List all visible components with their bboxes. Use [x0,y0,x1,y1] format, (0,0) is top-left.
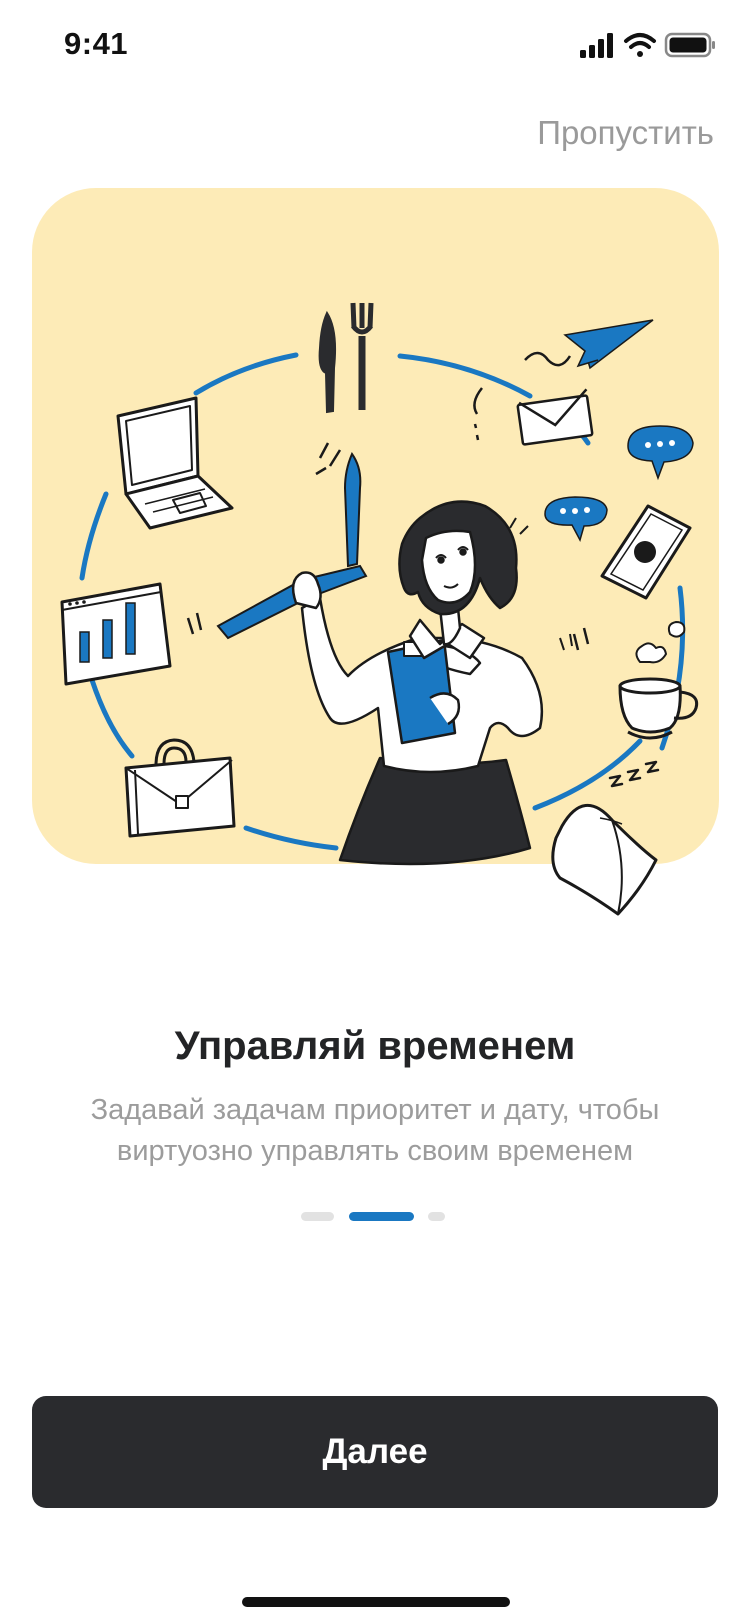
pagination-dot-3[interactable] [428,1212,445,1221]
pillow-icon [551,760,660,916]
skip-button[interactable]: Пропустить [537,114,714,152]
laptop-icon [116,396,234,530]
cellular-signal-icon [580,33,613,58]
pagination-dot-1[interactable] [301,1212,334,1221]
page-title: Управляй временем [174,1024,576,1068]
status-icons [580,32,715,58]
status-time: 9:41 [64,26,129,61]
status-bar: 9:41 [0,0,750,90]
battery-icon [664,32,715,58]
pagination-dot-2-active[interactable] [349,1212,414,1221]
envelope-icon [473,387,594,446]
page-description: Задавай задачам приоритет и дату, чтобы … [90,1094,660,1167]
clock-hands-icon [216,442,368,640]
cutlery-icon [318,302,374,414]
paper-plane-icon [524,319,654,370]
home-indicator [242,1597,510,1607]
wifi-icon [624,33,656,57]
smartphone-icon [600,504,692,600]
woman-figure [291,500,573,866]
pagination-dots [0,1212,750,1224]
next-button[interactable]: Далее [32,1396,718,1508]
onboarding-illustration [60,302,699,916]
briefcase-icon [124,738,236,838]
bar-chart-icon [60,582,203,686]
